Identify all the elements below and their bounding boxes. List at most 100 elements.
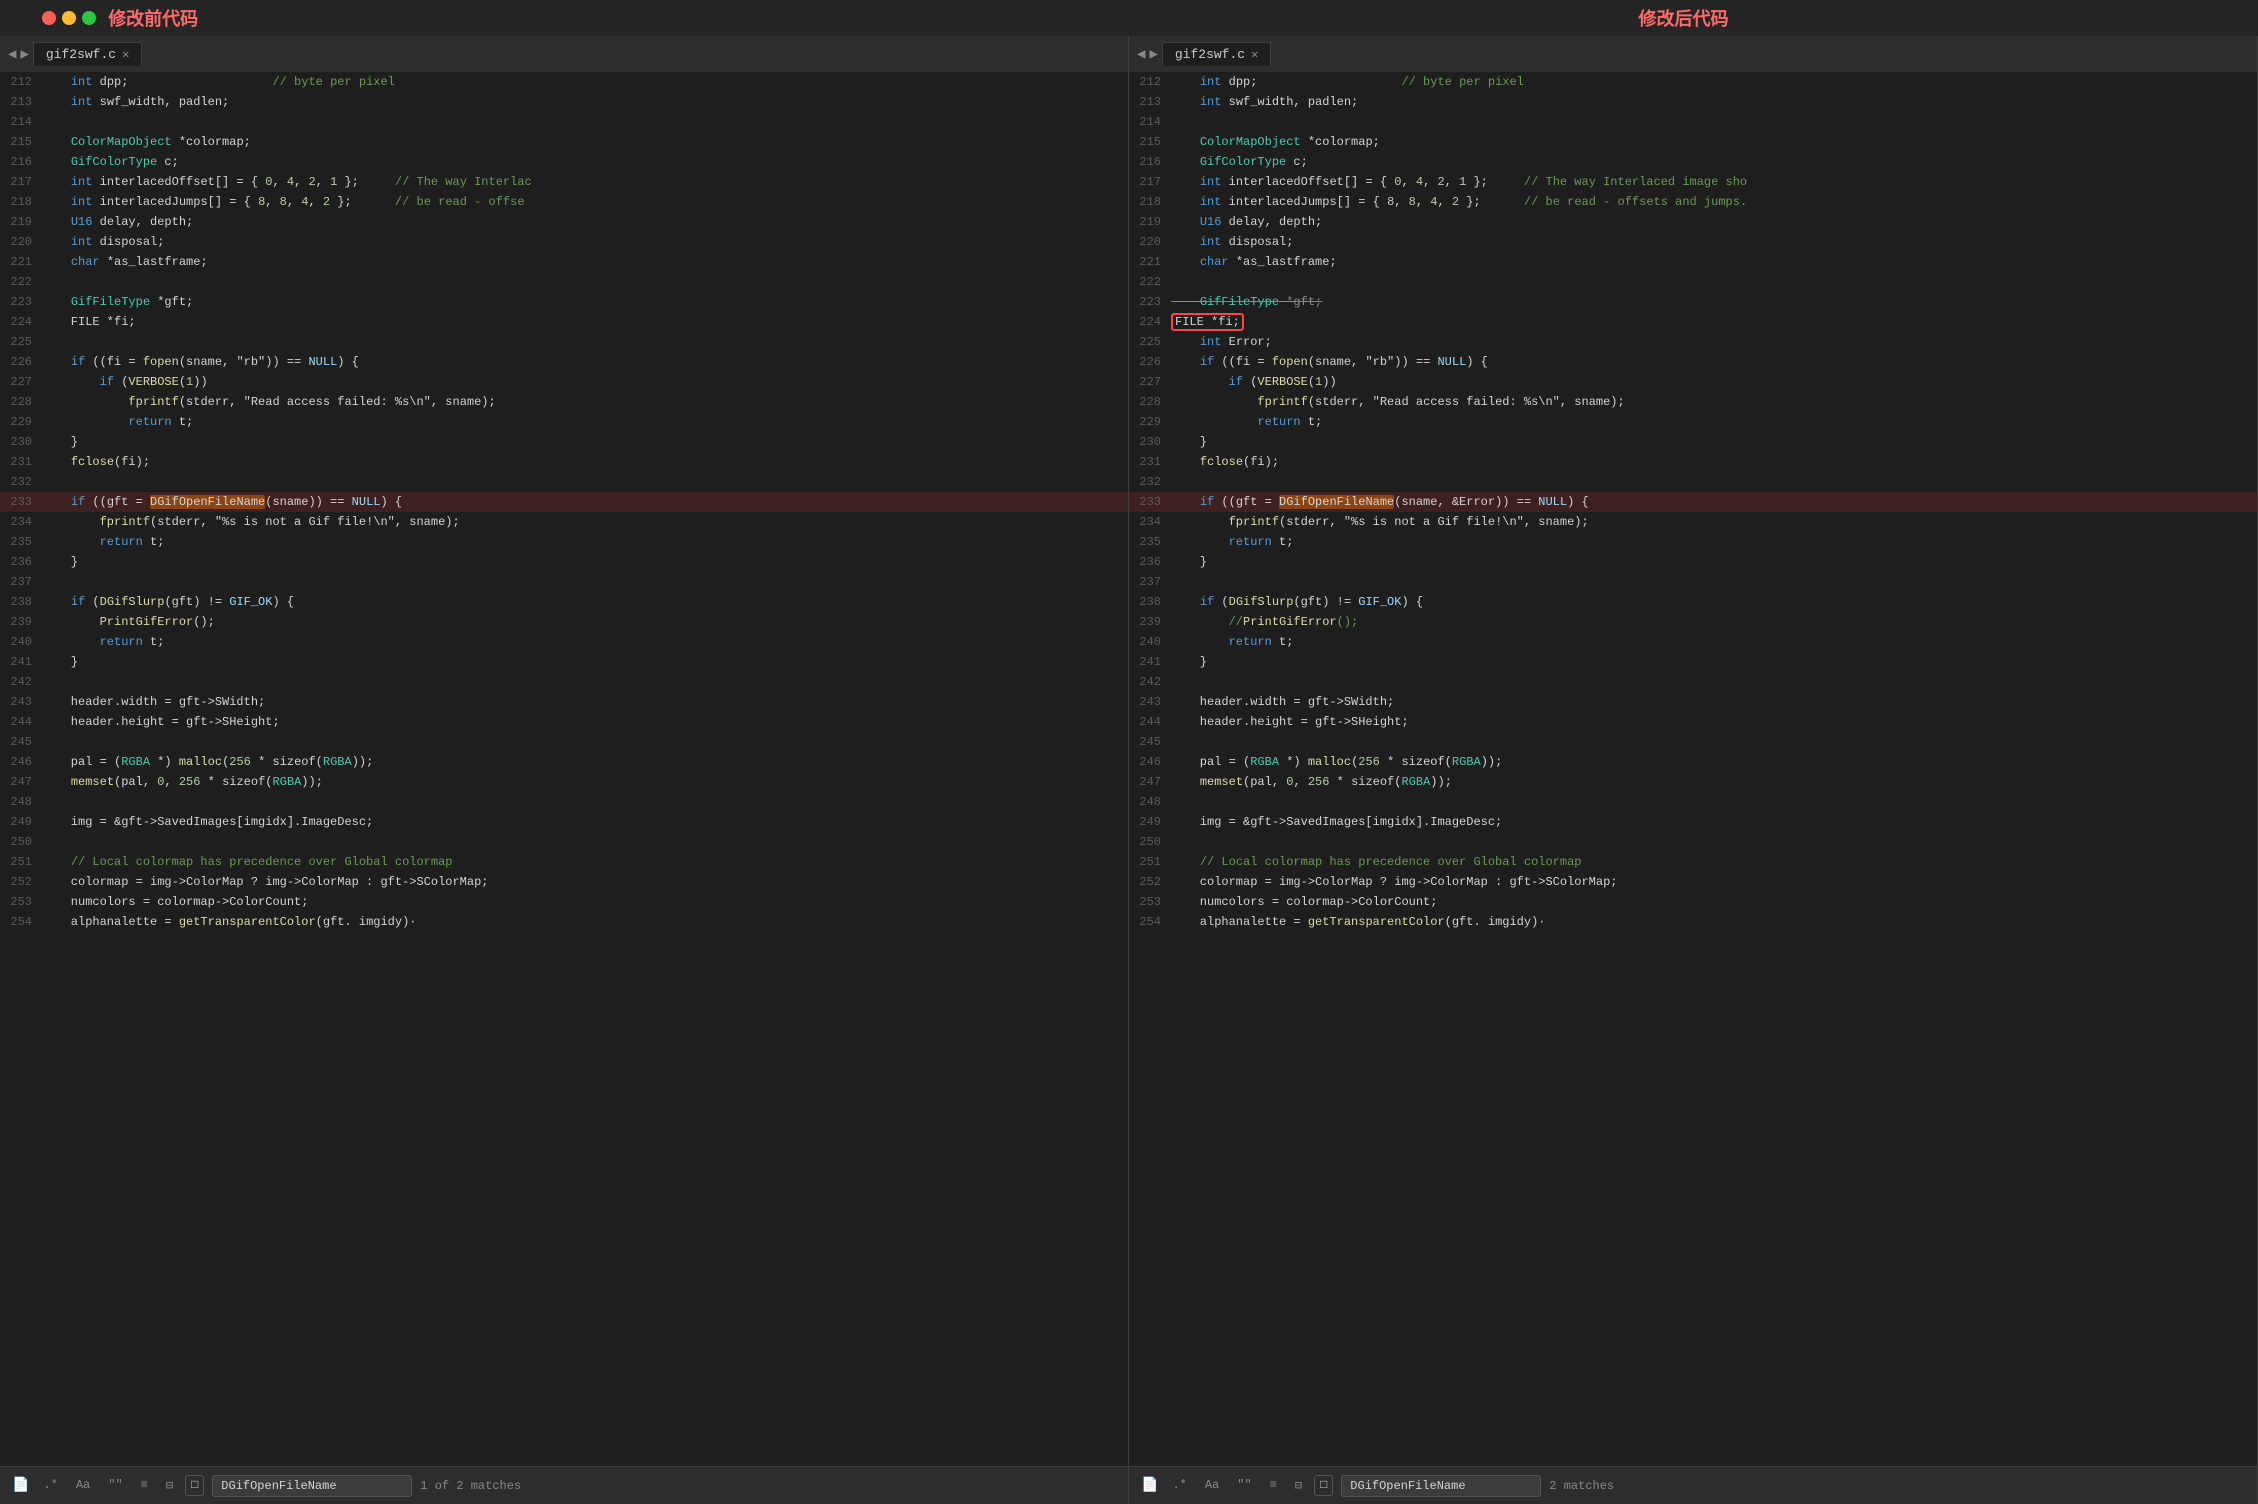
line-code: PrintGifError();: [42, 615, 1128, 629]
right-list-btn[interactable]: ≡: [1264, 1475, 1283, 1496]
line-code: colormap = img->ColorMap ? img->ColorMap…: [1171, 875, 2257, 889]
code-line-240: 240 return t;: [0, 632, 1128, 652]
code-line-230: 230 }: [1129, 432, 2257, 452]
close-btn[interactable]: [42, 11, 56, 25]
code-line-227: 227 if (VERBOSE(1)): [1129, 372, 2257, 392]
right-arrow[interactable]: ▶: [20, 46, 28, 63]
line-number: 216: [1129, 155, 1171, 169]
line-number: 243: [0, 695, 42, 709]
line-code: [1171, 275, 2257, 289]
code-line-246: 246 pal = (RGBA *) malloc(256 * sizeof(R…: [0, 752, 1128, 772]
line-number: 234: [1129, 515, 1171, 529]
line-number: 234: [0, 515, 42, 529]
left-code-lines: 212 int dpp; // byte per pixel213 int sw…: [0, 72, 1128, 932]
line-number: 242: [0, 675, 42, 689]
line-code: if (VERBOSE(1)): [1171, 375, 2257, 389]
code-line-222: 222: [0, 272, 1128, 292]
code-line-242: 242: [0, 672, 1128, 692]
left-arrow[interactable]: ◀: [8, 46, 16, 63]
code-line-212: 212 int dpp; // byte per pixel: [0, 72, 1128, 92]
line-code: [42, 795, 1128, 809]
code-line-244: 244 header.height = gft->SHeight;: [1129, 712, 2257, 732]
right-nav-arrows[interactable]: ◀ ▶: [1137, 46, 1158, 63]
right-context-btn[interactable]: ⊟: [1289, 1475, 1308, 1496]
right-search-input[interactable]: DGifOpenFileName: [1341, 1475, 1541, 1497]
line-number: 220: [0, 235, 42, 249]
right-regex-btn[interactable]: .*: [1166, 1475, 1192, 1496]
right-scope-btn[interactable]: □: [1314, 1475, 1333, 1496]
line-number: 238: [0, 595, 42, 609]
left-search-input[interactable]: DGifOpenFileName: [212, 1475, 412, 1497]
line-code: char *as_lastframe;: [42, 255, 1128, 269]
code-line-247: 247 memset(pal, 0, 256 * sizeof(RGBA));: [1129, 772, 2257, 792]
line-code: GifFileType *gft;: [1171, 295, 2257, 309]
maximize-btn[interactable]: [82, 11, 96, 25]
line-number: 231: [0, 455, 42, 469]
left-case-btn[interactable]: Aa: [70, 1475, 96, 1496]
right-right-arrow[interactable]: ▶: [1149, 46, 1157, 63]
line-number: 217: [0, 175, 42, 189]
line-number: 254: [0, 915, 42, 929]
right-title: 修改后代码: [1639, 5, 1729, 31]
code-line-216: 216 GifColorType c;: [0, 152, 1128, 172]
left-regex-btn[interactable]: .*: [37, 1475, 63, 1496]
code-line-232: 232: [1129, 472, 2257, 492]
code-line-239: 239 //PrintGifError();: [1129, 612, 2257, 632]
left-search-options[interactable]: .* Aa "" ≡ ⊟ □: [37, 1475, 204, 1496]
code-line-214: 214: [1129, 112, 2257, 132]
line-number: 222: [0, 275, 42, 289]
line-number: 224: [1129, 315, 1171, 329]
line-number: 226: [0, 355, 42, 369]
code-line-223: 223 GifFileType *gft;: [1129, 292, 2257, 312]
right-word-btn[interactable]: "": [1231, 1475, 1257, 1496]
line-number: 220: [1129, 235, 1171, 249]
line-number: 229: [0, 415, 42, 429]
code-line-231: 231 fclose(fi);: [0, 452, 1128, 472]
code-line-246: 246 pal = (RGBA *) malloc(256 * sizeof(R…: [1129, 752, 2257, 772]
line-number: 253: [0, 895, 42, 909]
line-code: [42, 835, 1128, 849]
right-tab-close[interactable]: ✕: [1251, 47, 1258, 62]
minimize-btn[interactable]: [62, 11, 76, 25]
code-line-217: 217 int interlacedOffset[] = { 0, 4, 2, …: [1129, 172, 2257, 192]
left-match-count: 1 of 2 matches: [420, 1479, 521, 1493]
line-code: if ((gft = DGifOpenFileName(sname, &Erro…: [1171, 495, 2257, 509]
line-code: numcolors = colormap->ColorCount;: [1171, 895, 2257, 909]
line-number: 245: [1129, 735, 1171, 749]
line-code: // Local colormap has precedence over Gl…: [42, 855, 1128, 869]
line-code: }: [1171, 655, 2257, 669]
left-nav-arrows[interactable]: ◀ ▶: [8, 46, 29, 63]
line-number: 219: [1129, 215, 1171, 229]
line-number: 254: [1129, 915, 1171, 929]
line-code: [1171, 835, 2257, 849]
line-number: 216: [0, 155, 42, 169]
code-line-234: 234 fprintf(stderr, "%s is not a Gif fil…: [1129, 512, 2257, 532]
code-line-213: 213 int swf_width, padlen;: [1129, 92, 2257, 112]
right-search-options[interactable]: .* Aa "" ≡ ⊟ □: [1166, 1475, 1333, 1496]
left-tab[interactable]: gif2swf.c ✕: [33, 42, 142, 66]
left-tab-label: gif2swf.c: [46, 47, 116, 62]
code-line-220: 220 int disposal;: [0, 232, 1128, 252]
line-number: 248: [0, 795, 42, 809]
line-number: 249: [0, 815, 42, 829]
right-case-btn[interactable]: Aa: [1199, 1475, 1225, 1496]
line-code: }: [1171, 435, 2257, 449]
left-word-btn[interactable]: "": [102, 1475, 128, 1496]
left-context-btn[interactable]: ⊟: [160, 1475, 179, 1496]
line-code: ColorMapObject *colormap;: [1171, 135, 2257, 149]
left-tab-close[interactable]: ✕: [122, 47, 129, 62]
window-controls[interactable]: [42, 11, 96, 25]
code-line-250: 250: [0, 832, 1128, 852]
left-scope-btn[interactable]: □: [185, 1475, 204, 1496]
line-code: }: [42, 655, 1128, 669]
right-tab[interactable]: gif2swf.c ✕: [1162, 42, 1271, 66]
line-code: int dpp; // byte per pixel: [1171, 75, 2257, 89]
line-number: 240: [1129, 635, 1171, 649]
line-code: GifColorType c;: [42, 155, 1128, 169]
right-left-arrow[interactable]: ◀: [1137, 46, 1145, 63]
left-list-btn[interactable]: ≡: [135, 1475, 154, 1496]
line-code: }: [1171, 555, 2257, 569]
line-number: 227: [0, 375, 42, 389]
line-code: fprintf(stderr, "Read access failed: %s\…: [1171, 395, 2257, 409]
code-line-224: 224FILE *fi;: [1129, 312, 2257, 332]
